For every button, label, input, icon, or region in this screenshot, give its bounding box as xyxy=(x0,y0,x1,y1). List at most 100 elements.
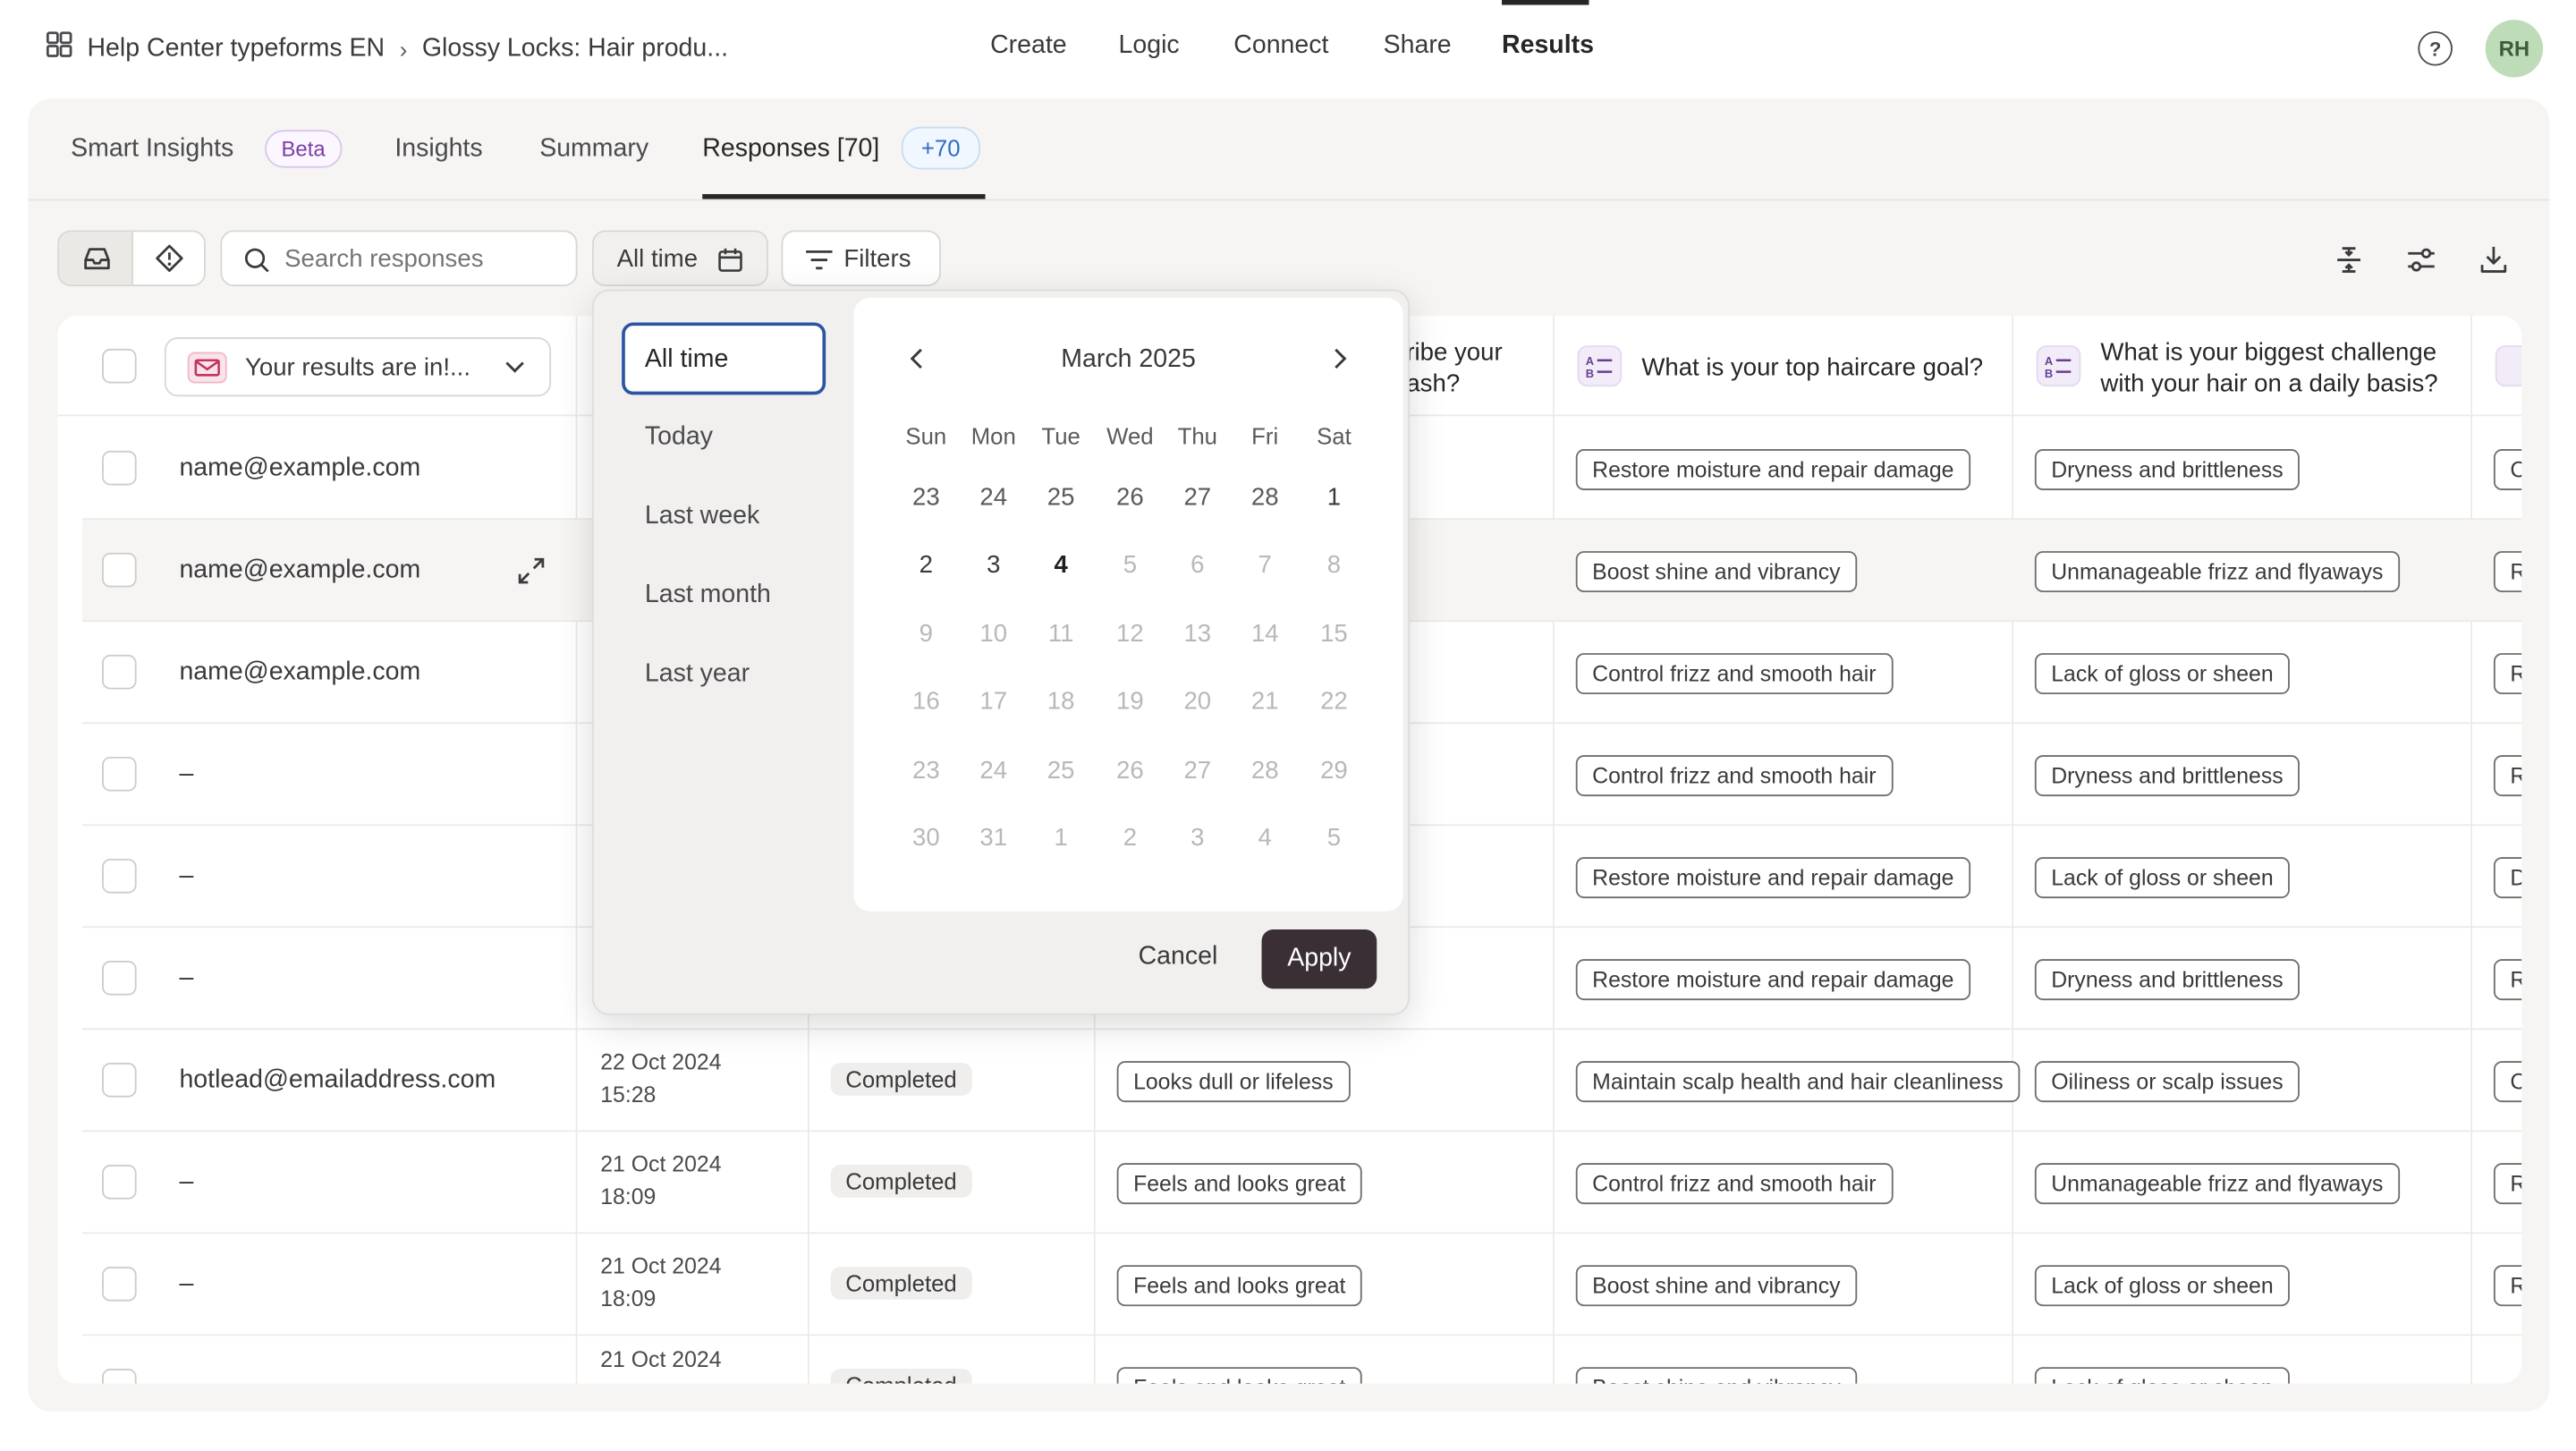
calendar-day: 19 xyxy=(1116,688,1144,717)
cancel-button[interactable]: Cancel xyxy=(1139,943,1218,972)
calendar-day[interactable]: 4 xyxy=(1028,552,1094,580)
row-checkbox[interactable] xyxy=(102,1062,137,1098)
range-all-time[interactable]: All time xyxy=(622,322,826,395)
table-row[interactable]: – 21 Oct 2024 18:09 Completed Feels and look… xyxy=(81,1132,2522,1235)
answer-chip: Feels and looks great xyxy=(1116,1367,1362,1384)
search-input[interactable] xyxy=(284,242,564,276)
calendar-day[interactable]: 25 xyxy=(1028,484,1094,512)
nav-share[interactable]: Share xyxy=(1384,31,1452,61)
table-row[interactable]: – 21 Oct 2024 18:09 Completed Feels and look… xyxy=(81,1234,2522,1336)
chevron-right-icon[interactable] xyxy=(1333,347,1349,370)
grid-icon[interactable] xyxy=(46,31,72,66)
calendar-day[interactable]: 26 xyxy=(1097,484,1164,512)
calendar-day: 17 xyxy=(979,688,1008,717)
range-last-week[interactable]: Last week xyxy=(622,480,826,553)
date-range-button[interactable]: All time xyxy=(592,230,768,286)
row-email: – xyxy=(179,963,194,992)
calendar-day[interactable]: 2 xyxy=(894,552,960,580)
tab-smart-insights[interactable]: Smart Insights xyxy=(71,135,233,165)
table-row[interactable]: hotlead@emailaddress.com 22 Oct 2024 15:28… xyxy=(81,1030,2522,1133)
results-dropdown[interactable]: Your results are in!... xyxy=(164,336,552,397)
calendar-day: 3 xyxy=(1191,824,1205,853)
nav-create[interactable]: Create xyxy=(990,31,1067,61)
filters-button[interactable]: Filters xyxy=(781,230,941,286)
calendar-day[interactable]: 24 xyxy=(961,484,1027,512)
nav-active-indicator xyxy=(1502,0,1589,5)
row-checkbox[interactable] xyxy=(102,1369,137,1384)
calendar-day: 16 xyxy=(912,688,940,717)
beta-badge: Beta xyxy=(265,130,343,168)
calendar-day[interactable]: 27 xyxy=(1165,484,1231,512)
challenge-chip: Unmanageable frizz and flyaways xyxy=(2034,1163,2400,1205)
table-row[interactable]: 21 Oct 2024 Completed Feels and looks grea… xyxy=(82,1336,2521,1384)
calendar-day[interactable]: 28 xyxy=(1232,484,1298,512)
calendar-day[interactable]: 23 xyxy=(894,484,960,512)
nav-connect[interactable]: Connect xyxy=(1233,31,1328,61)
row-checkbox[interactable] xyxy=(102,960,137,996)
header-partial-question[interactable]: ribe your ash? xyxy=(1406,337,1502,400)
header-hair-challenge[interactable]: What is your biggest challenge with your… xyxy=(2100,337,2453,400)
calendar: March 2025 Sun Mon Tue Wed Thu Fri Sat 23 24 25 26… xyxy=(853,297,1403,912)
results-subtabs: Smart Insights Beta Insights Summary Res… xyxy=(28,98,2550,201)
download-icon[interactable] xyxy=(2478,243,2511,276)
tab-summary[interactable]: Summary xyxy=(539,135,648,165)
calendar-day: 15 xyxy=(1320,619,1348,649)
settings-sliders-icon[interactable] xyxy=(2405,243,2438,276)
calendar-day[interactable]: 3 xyxy=(961,552,1027,580)
nav-logic[interactable]: Logic xyxy=(1119,31,1180,61)
row-checkbox[interactable] xyxy=(102,654,137,690)
goal-chip: Control frizz and smooth hair xyxy=(1575,1163,1893,1205)
row-checkbox[interactable] xyxy=(102,552,137,588)
goal-chip: Boost shine and vibrancy xyxy=(1575,551,1857,593)
calendar-day: 2 xyxy=(1123,824,1138,853)
row-height-icon[interactable] xyxy=(2333,243,2366,276)
row-checkbox[interactable] xyxy=(102,756,137,792)
row-email: name@example.com xyxy=(179,658,421,686)
results-dropdown-label: Your results are in!... xyxy=(245,353,470,382)
alert-view-button[interactable] xyxy=(133,232,204,284)
range-today[interactable]: Today xyxy=(622,402,826,474)
row-email: hotlead@emailaddress.com xyxy=(179,1065,496,1094)
avatar[interactable]: RH xyxy=(2485,20,2544,78)
calendar-icon xyxy=(718,248,742,272)
tab-responses[interactable]: Responses [70] xyxy=(702,135,879,165)
expand-icon[interactable] xyxy=(516,556,546,586)
tab-insights[interactable]: Insights xyxy=(394,135,482,165)
weekday-label: Mon xyxy=(970,422,1016,450)
help-icon[interactable]: ? xyxy=(2418,30,2453,66)
calendar-day: 18 xyxy=(1046,688,1075,717)
goal-chip: Restore moisture and repair damage xyxy=(1575,857,1970,899)
row-checkbox[interactable] xyxy=(102,1165,137,1200)
breadcrumb-form[interactable]: Glossy Locks: Hair produ... xyxy=(422,34,728,64)
chevron-right-icon: › xyxy=(399,35,408,62)
view-toggle xyxy=(57,230,206,286)
goal-chip: Control frizz and smooth hair xyxy=(1575,653,1893,695)
calendar-day: 4 xyxy=(1258,824,1272,853)
calendar-day: 25 xyxy=(1046,756,1075,785)
search-box[interactable] xyxy=(220,230,578,286)
row-checkbox[interactable] xyxy=(102,450,137,486)
apply-button[interactable]: Apply xyxy=(1261,929,1377,989)
calendar-day: 22 xyxy=(1320,688,1348,717)
range-last-month[interactable]: Last month xyxy=(622,559,826,632)
status-badge: Completed xyxy=(830,1165,972,1198)
next-column-chip: R xyxy=(2493,1265,2522,1307)
new-responses-badge[interactable]: +70 xyxy=(901,126,980,170)
filters-label: Filters xyxy=(843,244,911,273)
status-badge: Completed xyxy=(830,1369,972,1384)
svg-text:A: A xyxy=(2045,354,2053,368)
select-all-checkbox[interactable] xyxy=(102,348,137,384)
row-checkbox[interactable] xyxy=(102,858,137,894)
nav-results[interactable]: Results xyxy=(1502,31,1594,61)
breadcrumb-workspace[interactable]: Help Center typeforms EN xyxy=(87,34,385,64)
calendar-day: 23 xyxy=(912,756,940,785)
calendar-day[interactable]: 1 xyxy=(1301,484,1368,512)
calendar-day: 30 xyxy=(912,824,940,853)
calendar-day: 5 xyxy=(1326,824,1342,853)
row-checkbox[interactable] xyxy=(102,1267,137,1302)
range-last-year[interactable]: Last year xyxy=(622,639,826,711)
status-badge: Completed xyxy=(830,1062,972,1096)
header-haircare-goal[interactable]: What is your top haircare goal? xyxy=(1641,352,1983,384)
inbox-view-button[interactable] xyxy=(59,232,133,285)
calendar-day: 10 xyxy=(979,619,1008,649)
